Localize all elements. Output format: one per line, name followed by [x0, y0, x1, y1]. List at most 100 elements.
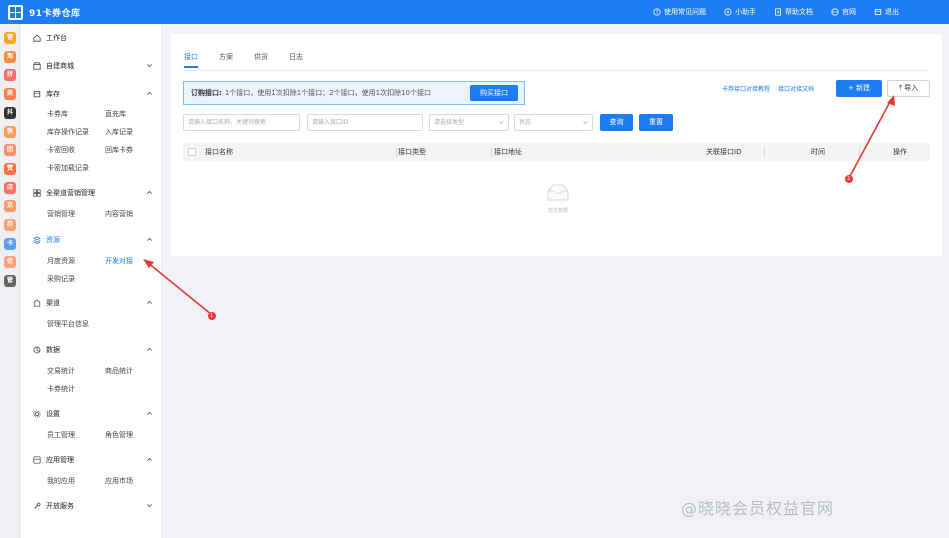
new-button[interactable]: + 新建: [836, 80, 882, 97]
rail-app-icon[interactable]: 赞: [4, 162, 16, 175]
top-bar: 91卡券仓库 ? 使用常见问题 小助手 帮助文档 官网 退出: [0, 0, 949, 24]
rail-app-icon[interactable]: 快: [4, 125, 16, 138]
plus-icon: +: [847, 84, 857, 92]
topnav-help[interactable]: ? 使用常见问题: [653, 7, 706, 17]
sidebar-item-load-log[interactable]: 卡密加载记录: [47, 163, 89, 173]
col-actions: 操作: [893, 148, 907, 156]
resource-icon: [33, 236, 41, 244]
sidebar-item-monthly-resources[interactable]: 月度资源: [47, 256, 75, 266]
chevron-up-icon: [147, 347, 152, 351]
sidebar-item-trade-stats[interactable]: 交易统计: [47, 366, 75, 376]
rail-app-icon[interactable]: 营: [4, 32, 16, 44]
tab-plan[interactable]: 方案: [219, 52, 233, 62]
tabs-divider: [184, 70, 929, 71]
sidebar-item-content-marketing[interactable]: 内容营销: [105, 209, 133, 219]
col-divider: [859, 147, 860, 157]
select-all-checkbox[interactable]: [188, 148, 196, 156]
annotation-number-1: 1: [210, 313, 214, 319]
chevron-up-icon: [147, 411, 152, 415]
type-select[interactable]: 请选择类型: [429, 114, 509, 131]
sidebar-item-mall[interactable]: 自建商城: [33, 60, 153, 72]
sidebar-group-settings[interactable]: 设置: [33, 408, 153, 420]
topnav-site[interactable]: 官网: [831, 7, 856, 17]
chevron-up-icon: [147, 190, 152, 194]
name-search-input[interactable]: 请输入接口名称、关键词搜索: [183, 114, 300, 131]
empty-box-icon: [547, 184, 569, 201]
sidebar-group-marketing[interactable]: 全渠道营销管理: [33, 187, 153, 199]
rail-app-icon[interactable]: 团: [4, 144, 16, 157]
api-doc-link[interactable]: 接口对接文档: [778, 84, 814, 93]
chevron-up-icon: [147, 91, 152, 95]
sidebar-group-supply[interactable]: 渠道: [33, 297, 153, 309]
col-divider: [764, 147, 765, 157]
rail-app-icon[interactable]: 卡: [4, 237, 16, 250]
search-button[interactable]: 查询: [600, 114, 633, 131]
sidebar-item-card-stats[interactable]: 卡券统计: [47, 384, 75, 394]
sidebar-item-stock-log[interactable]: 库存操作记录: [47, 127, 89, 137]
tutorial-link[interactable]: 卡券接口对接教程: [722, 84, 770, 93]
tab-interface[interactable]: 接口: [184, 52, 198, 68]
id-search-input[interactable]: 请输入接口ID: [307, 114, 423, 131]
chart-icon: [33, 346, 41, 354]
status-select[interactable]: 状态: [514, 114, 593, 131]
rail-app-icon[interactable]: 美: [4, 88, 16, 101]
topnav-exit[interactable]: 退出: [874, 7, 899, 17]
rail-app-icon[interactable]: 店: [4, 181, 16, 194]
topnav-assistant[interactable]: 小助手: [724, 7, 756, 17]
sidebar: 工作台 自建商城 库存 卡券库 直充库 库存操作记录 入库记录 卡密回收 回库卡…: [21, 24, 162, 538]
grid-icon: [33, 189, 41, 197]
col-url: 接口地址: [494, 148, 522, 156]
app-title: 91卡券仓库: [29, 8, 81, 19]
annotation-number-2: 2: [847, 176, 851, 182]
rail-app-icon[interactable]: 管: [4, 275, 16, 288]
tab-supply[interactable]: 供货: [254, 52, 268, 62]
col-time: 时间: [811, 148, 825, 156]
sidebar-group-open-service[interactable]: 开放服务: [33, 500, 153, 512]
sidebar-item-app-market[interactable]: 应用市场: [105, 476, 133, 486]
rail-app-icon[interactable]: 京: [4, 200, 16, 213]
rail-app-icon[interactable]: 淘: [4, 50, 16, 63]
doc-icon: [775, 8, 781, 16]
rail-app-icon[interactable]: 抖: [4, 106, 16, 119]
sidebar-item-return[interactable]: 回库卡券: [105, 145, 133, 155]
import-button[interactable]: ⤒ 导入: [887, 80, 930, 97]
sidebar-item-platform-info[interactable]: 管理平台信息: [47, 319, 89, 329]
sidebar-item-my-apps[interactable]: 我的应用: [47, 476, 75, 486]
sidebar-item-workspace[interactable]: 工作台: [33, 32, 153, 44]
apps-icon: [33, 456, 41, 464]
sidebar-group-apps[interactable]: 应用管理: [33, 454, 153, 466]
chevron-down-icon: [499, 121, 504, 124]
topnav-docs[interactable]: 帮助文档: [774, 7, 813, 17]
box-icon: [33, 91, 41, 98]
notice-text: 1个接口，使用1次扣除1个接口；2个接口，使用1次扣除10个接口: [224, 89, 431, 97]
sidebar-item-import-log[interactable]: 入库记录: [105, 127, 133, 137]
col-divider: [491, 147, 492, 157]
sidebar-item-dev-integration[interactable]: 开发对接: [105, 256, 133, 266]
sidebar-item-recycle[interactable]: 卡密回收: [47, 145, 75, 155]
sidebar-item-card-library[interactable]: 卡券库: [47, 109, 68, 119]
sidebar-item-staff[interactable]: 员工管理: [47, 430, 75, 440]
app-logo[interactable]: 91卡券仓库: [0, 4, 200, 20]
exit-icon: [874, 9, 882, 15]
sidebar-group-data[interactable]: 数据: [33, 344, 153, 356]
notice-banner: 订购接口: 1个接口，使用1次扣除1个接口；2个接口，使用1次扣除10个接口 购…: [183, 81, 525, 105]
assistant-icon: [724, 8, 732, 16]
reset-button[interactable]: 重置: [639, 114, 673, 131]
sidebar-item-purchase-log[interactable]: 采购记录: [47, 274, 75, 284]
col-type: 接口类型: [398, 148, 426, 156]
rail-app-icon[interactable]: 券: [4, 219, 16, 231]
buy-interface-button[interactable]: 购买接口: [470, 85, 518, 101]
globe-icon: [831, 8, 839, 16]
rail-app-icon[interactable]: 优: [4, 256, 16, 269]
notice-lead: 订购接口:: [191, 89, 222, 97]
rail-app-icon[interactable]: 拼: [4, 69, 16, 82]
chevron-down-icon: [147, 504, 152, 508]
sidebar-item-goods-stats[interactable]: 商品统计: [105, 366, 133, 376]
sidebar-item-marketing-manage[interactable]: 营销管理: [47, 209, 75, 219]
sidebar-group-resources[interactable]: 资源: [33, 234, 153, 246]
sidebar-group-inventory[interactable]: 库存: [33, 88, 153, 100]
sidebar-item-roles[interactable]: 角色管理: [105, 430, 133, 440]
sidebar-item-direct-library[interactable]: 直充库: [105, 109, 126, 119]
tab-log[interactable]: 日志: [289, 52, 303, 62]
wrench-icon: [34, 502, 41, 509]
